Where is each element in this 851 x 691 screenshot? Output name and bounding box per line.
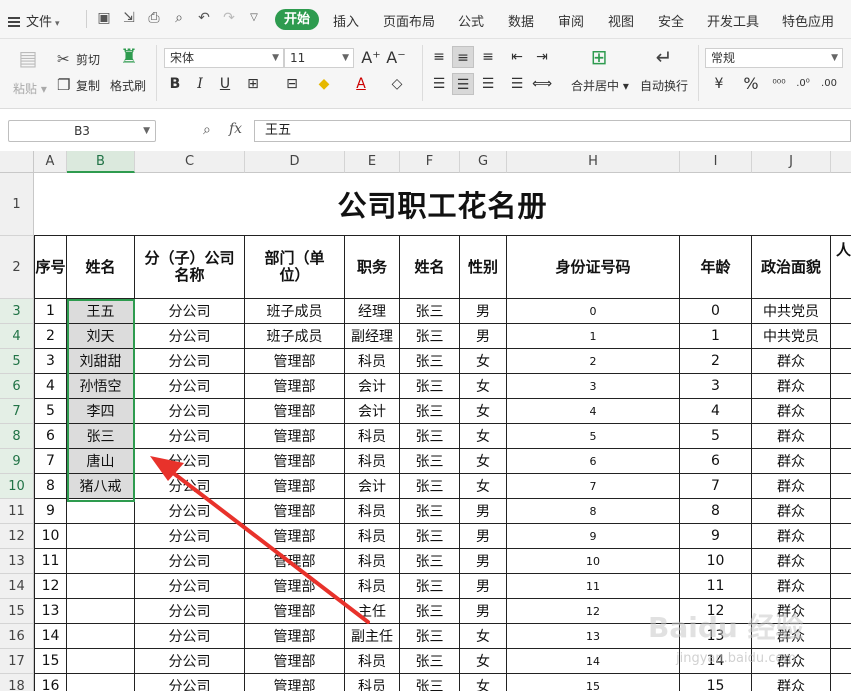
tab-page-layout[interactable]: 页面布局 [383,11,435,30]
divider [422,45,423,101]
format-painter-icon: ♜ [120,44,138,68]
borders-icon[interactable]: ⊞ [242,73,264,95]
tab-developer[interactable]: 开发工具 [707,11,759,30]
thousands-icon[interactable]: ⁰⁰⁰ [768,73,790,95]
ribbon: ▤ 粘贴 ▾ ✂ 剪切 ❐ 复制 ♜ 格式刷 宋体 ▼ 11 ▼ A⁺ A⁻ B I… [0,39,851,109]
wrap-text-button[interactable]: 自动换行 [640,77,688,94]
align-left-icon[interactable]: ☰ [428,73,450,95]
watermark-logo: Baidu 经验 [648,611,804,644]
copy-button[interactable]: 复制 [76,77,100,94]
currency-icon[interactable]: ¥ [708,73,730,95]
align-right-icon[interactable]: ☰ [477,73,499,95]
chevron-down-icon: ▼ [831,53,838,63]
paste-button[interactable]: 粘贴 ▾ [13,80,47,97]
fill-color-icon[interactable]: ◆ [313,73,335,95]
bold-button[interactable]: B [164,73,186,95]
percent-icon[interactable]: % [740,73,762,95]
red-arrow-line [166,467,370,624]
chevron-down-icon: ▼ [342,53,349,63]
font-size-value: 11 [290,51,306,65]
save-icon[interactable]: ▣ [96,10,112,26]
align-top-icon[interactable]: ≡ [428,46,450,68]
divider [698,45,699,101]
decrease-decimal-icon[interactable]: .00 [818,73,840,95]
italic-button[interactable]: I [189,73,211,95]
merge-center-button[interactable]: 合并居中 ▾ [571,77,629,94]
font-color-icon[interactable]: A [350,73,372,95]
customize-toolbar-icon[interactable]: ▽ [246,10,262,26]
watermark-url: jingyan.baidu.com [676,651,796,666]
spreadsheet-grid: A B C D E F G H I J 1 2 公司职工花名册 序号 姓名 分（… [0,151,851,691]
tab-formulas[interactable]: 公式 [458,11,484,30]
merge-center-icon: ⊞ [590,45,608,69]
tab-view[interactable]: 视图 [608,11,634,30]
number-format-value: 常规 [711,51,736,65]
fill-pattern-icon[interactable]: ⊟ [281,73,303,95]
formula-input[interactable]: 王五 [254,120,851,142]
align-middle-icon[interactable]: ≡ [452,46,474,68]
increase-indent-icon[interactable]: ⇥ [531,46,553,68]
increase-decimal-icon[interactable]: .0⁰ [792,73,814,95]
tab-data[interactable]: 数据 [508,11,534,30]
print-preview-icon[interactable]: ⌕ [171,10,187,26]
divider [86,10,87,28]
menu-bar: 文件 ▾ ▣ ⇲ ⎙ ⌕ ↶ ↷ ▽ 开始 插入 页面布局 公式 数据 审阅 视图… [0,0,851,39]
export-icon[interactable]: ⇲ [121,10,137,26]
font-name-select[interactable]: 宋体 ▼ [164,48,284,68]
align-bottom-icon[interactable]: ≡ [477,46,499,68]
wrap-text-icon: ↵ [655,45,673,69]
redo-icon[interactable]: ↷ [221,10,237,26]
cell-reference: B3 [74,124,90,138]
formula-bar: B3 ▼ ⌕ fx 王五 [0,109,851,152]
copy-icon: ❐ [57,76,71,94]
justify-icon[interactable]: ☰ [506,73,528,95]
chevron-down-icon: ▼ [272,53,279,63]
file-menu-label: 文件 [26,15,53,30]
scissors-icon: ✂ [57,50,70,68]
clear-format-icon[interactable]: ◇ [386,73,408,95]
decrease-font-icon[interactable]: A⁻ [385,47,407,69]
tab-home[interactable]: 开始 [275,9,319,30]
merge-center-label: 合并居中 [571,79,620,93]
tab-insert[interactable]: 插入 [333,11,359,30]
tab-special[interactable]: 特色应用 [782,11,834,30]
zoom-icon[interactable]: ⌕ [203,122,211,138]
divider [156,45,157,101]
number-format-select[interactable]: 常规 ▼ [705,48,843,68]
print-icon[interactable]: ⎙ [146,10,162,26]
distribute-icon[interactable]: ⟺ [531,73,553,95]
increase-font-icon[interactable]: A⁺ [360,47,382,69]
undo-icon[interactable]: ↶ [196,10,212,26]
align-center-icon[interactable]: ☰ [452,73,474,95]
format-painter-button[interactable]: 格式刷 [110,77,146,94]
decrease-indent-icon[interactable]: ⇤ [506,46,528,68]
font-name-value: 宋体 [170,51,195,65]
file-menu[interactable]: 文件 ▾ [8,11,60,30]
paste-label: 粘贴 [13,82,38,96]
paste-icon[interactable]: ▤ [16,48,40,73]
tab-review[interactable]: 审阅 [558,11,584,30]
tab-security[interactable]: 安全 [658,11,684,30]
hamburger-icon [8,17,20,27]
name-box[interactable]: B3 ▼ [8,120,156,142]
underline-button[interactable]: U [214,73,236,95]
fx-icon[interactable]: fx [229,121,242,137]
chevron-down-icon: ▼ [143,126,150,136]
cut-button[interactable]: 剪切 [76,51,100,68]
font-size-select[interactable]: 11 ▼ [284,48,354,68]
